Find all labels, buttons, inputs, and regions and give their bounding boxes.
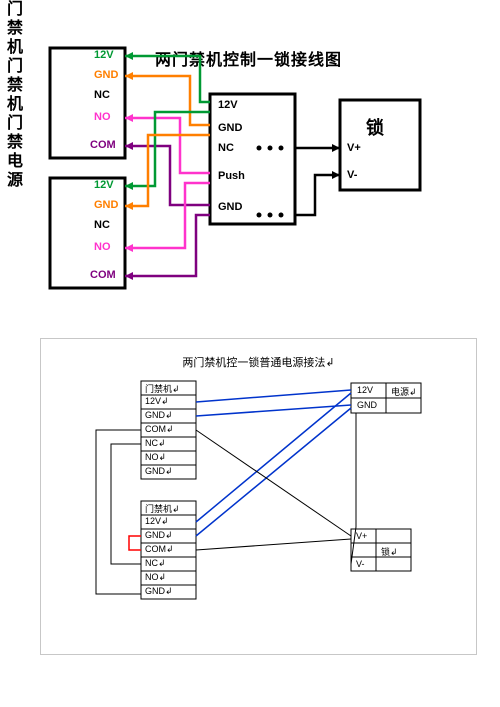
ctrlB-pin-com: COM: [90, 269, 116, 281]
ctrlA-pin-12v: 12V: [94, 49, 114, 61]
p2-ctrlB-gnd2: GND↲: [145, 586, 173, 597]
p2-lock-vplus: V+: [356, 531, 367, 541]
lock-vminus: V-: [347, 169, 357, 181]
lock-label: 锁: [366, 114, 384, 140]
ctrlB-pin-nc: NC: [94, 219, 110, 231]
ctrlB-pin-no: NO: [94, 241, 111, 253]
p2-ctrlA-12v: 12V↲: [145, 396, 169, 407]
p2-power-label: 电源↲: [391, 385, 417, 399]
p2-power-12v: 12V: [357, 385, 373, 395]
pwr-pin-gnd2: GND: [218, 201, 242, 213]
diagram2-panel: 两门禁机控一锁普通电源接法↲: [40, 338, 477, 655]
p2-ctrlB-com: COM↲: [145, 544, 174, 555]
pwr-pin-push: Push: [218, 170, 245, 182]
diagram1-svg: [0, 0, 500, 340]
ctrlB-pin-12v: 12V: [94, 179, 114, 191]
ctrlA-pin-gnd: GND: [94, 69, 118, 81]
p2-ctrlB-gnd: GND↲: [145, 530, 173, 541]
ctrlA-pin-nc: NC: [94, 89, 110, 101]
p2-ctrlA-no: NO↲: [145, 452, 166, 463]
p2-lock-label: 锁↲: [381, 545, 398, 558]
p2-ctrlB-no: NO↲: [145, 572, 166, 583]
p2-ctrlB-title: 门禁机↲: [145, 502, 180, 515]
p2-ctrlA-title: 门禁机↲: [145, 382, 180, 395]
ctrlB-pin-gnd: GND: [94, 199, 118, 211]
p2-ctrlA-gnd2: GND↲: [145, 466, 173, 477]
ctrlA-pin-no: NO: [94, 111, 111, 123]
pwr-pin-nc: NC: [218, 142, 234, 154]
lock-vplus: V+: [347, 142, 361, 154]
p2-ctrlA-gnd: GND↲: [145, 410, 173, 421]
p2-ctrlB-nc: NC↲: [145, 558, 166, 569]
p2-power-gnd: GND: [357, 400, 377, 410]
p2-ctrlA-nc: NC↲: [145, 438, 166, 449]
p2-ctrlB-12v: 12V↲: [145, 516, 169, 527]
ctrlA-pin-com: COM: [90, 139, 116, 151]
pwr-pin-gnd1: GND: [218, 122, 242, 134]
p2-lock-vminus: V-: [356, 559, 365, 569]
p2-ctrlA-com: COM↲: [145, 424, 174, 435]
page: 两门禁机控制一锁接线图: [0, 0, 500, 707]
pwr-pin-12v: 12V: [218, 99, 238, 111]
